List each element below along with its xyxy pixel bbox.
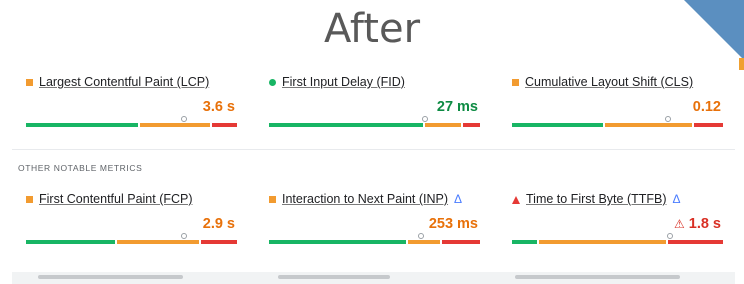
square-orange-icon [26, 79, 33, 87]
metric-lcp: Largest Contentful Paint (LCP) 3.6 s [12, 60, 247, 130]
metric-label-inp[interactable]: Interaction to Next Paint (INP) [282, 192, 448, 206]
distribution-segment-good [269, 123, 423, 127]
metric-value-cls: 0.12 [692, 99, 721, 115]
footer-strip [12, 272, 735, 284]
distribution-segment-needs-improvement [539, 240, 666, 244]
distribution-segment-needs-improvement [605, 123, 692, 127]
distribution-segment-good [26, 123, 138, 127]
metric-value-ttfb: ⚠ 1.8 s [674, 216, 721, 232]
metric-label-ttfb[interactable]: Time to First Byte (TTFB) [526, 192, 667, 206]
footer-item-placeholder [515, 275, 680, 279]
metric-value-ttfb-text: 1.8 s [688, 216, 721, 232]
distribution-segment-poor [694, 123, 723, 127]
distribution-segment-good [512, 240, 537, 244]
warning-icon: ⚠ [673, 217, 685, 231]
slide-title: After [323, 6, 421, 52]
percentile-marker [665, 116, 671, 122]
distribution-bar-fid [269, 116, 480, 127]
triangle-red-icon [512, 195, 520, 204]
experimental-icon[interactable]: Δ [673, 192, 681, 206]
square-orange-icon [269, 196, 276, 204]
metric-value-fid: 27 ms [436, 99, 478, 115]
experimental-icon[interactable]: Δ [454, 192, 462, 206]
metric-fid: First Input Delay (FID) 27 ms [255, 60, 490, 130]
footer-item-placeholder [278, 275, 390, 279]
metric-fcp: First Contentful Paint (FCP) 2.9 s [12, 177, 247, 247]
other-metrics-heading: OTHER NOTABLE METRICS [18, 163, 143, 173]
distribution-segment-poor [201, 240, 237, 244]
distribution-segment-needs-improvement [140, 123, 210, 127]
metric-value-inp: 253 ms [428, 216, 478, 232]
metric-cls: Cumulative Layout Shift (CLS) 0.12 [498, 60, 733, 130]
percentile-marker [418, 233, 424, 239]
distribution-bar-ttfb [512, 233, 723, 244]
distribution-segment-poor [463, 123, 480, 127]
distribution-segment-poor [212, 123, 237, 127]
distribution-segment-poor [668, 240, 723, 244]
percentile-marker [422, 116, 428, 122]
distribution-segment-good [26, 240, 115, 244]
distribution-bar-fcp [26, 233, 237, 244]
metric-ttfb: Time to First Byte (TTFB) Δ ⚠ 1.8 s [498, 177, 733, 247]
percentile-marker [181, 233, 187, 239]
distribution-bar-lcp [26, 116, 237, 127]
core-web-vitals-report: Largest Contentful Paint (LCP) 3.6 s Fir… [12, 60, 735, 284]
distribution-bar-inp [269, 233, 480, 244]
percentile-marker [667, 233, 673, 239]
circle-green-icon [269, 79, 276, 87]
metric-value-lcp: 3.6 s [202, 99, 235, 115]
square-orange-icon [26, 196, 33, 204]
distribution-bar-cls [512, 116, 723, 127]
distribution-segment-needs-improvement [408, 240, 440, 244]
metric-label-fid[interactable]: First Input Delay (FID) [282, 75, 405, 89]
metric-label-fcp[interactable]: First Contentful Paint (FCP) [39, 192, 193, 206]
metric-value-fcp: 2.9 s [202, 216, 235, 232]
metric-label-cls[interactable]: Cumulative Layout Shift (CLS) [525, 75, 693, 89]
distribution-segment-poor [442, 240, 480, 244]
percentile-marker [181, 116, 187, 122]
distribution-segment-needs-improvement [425, 123, 461, 127]
distribution-segment-needs-improvement [117, 240, 199, 244]
distribution-segment-good [269, 240, 406, 244]
square-orange-icon [512, 79, 519, 87]
footer-item-placeholder [38, 275, 183, 279]
section-divider [12, 149, 735, 150]
metric-inp: Interaction to Next Paint (INP) Δ 253 ms [255, 177, 490, 247]
distribution-segment-good [512, 123, 603, 127]
metric-label-lcp[interactable]: Largest Contentful Paint (LCP) [39, 75, 209, 89]
